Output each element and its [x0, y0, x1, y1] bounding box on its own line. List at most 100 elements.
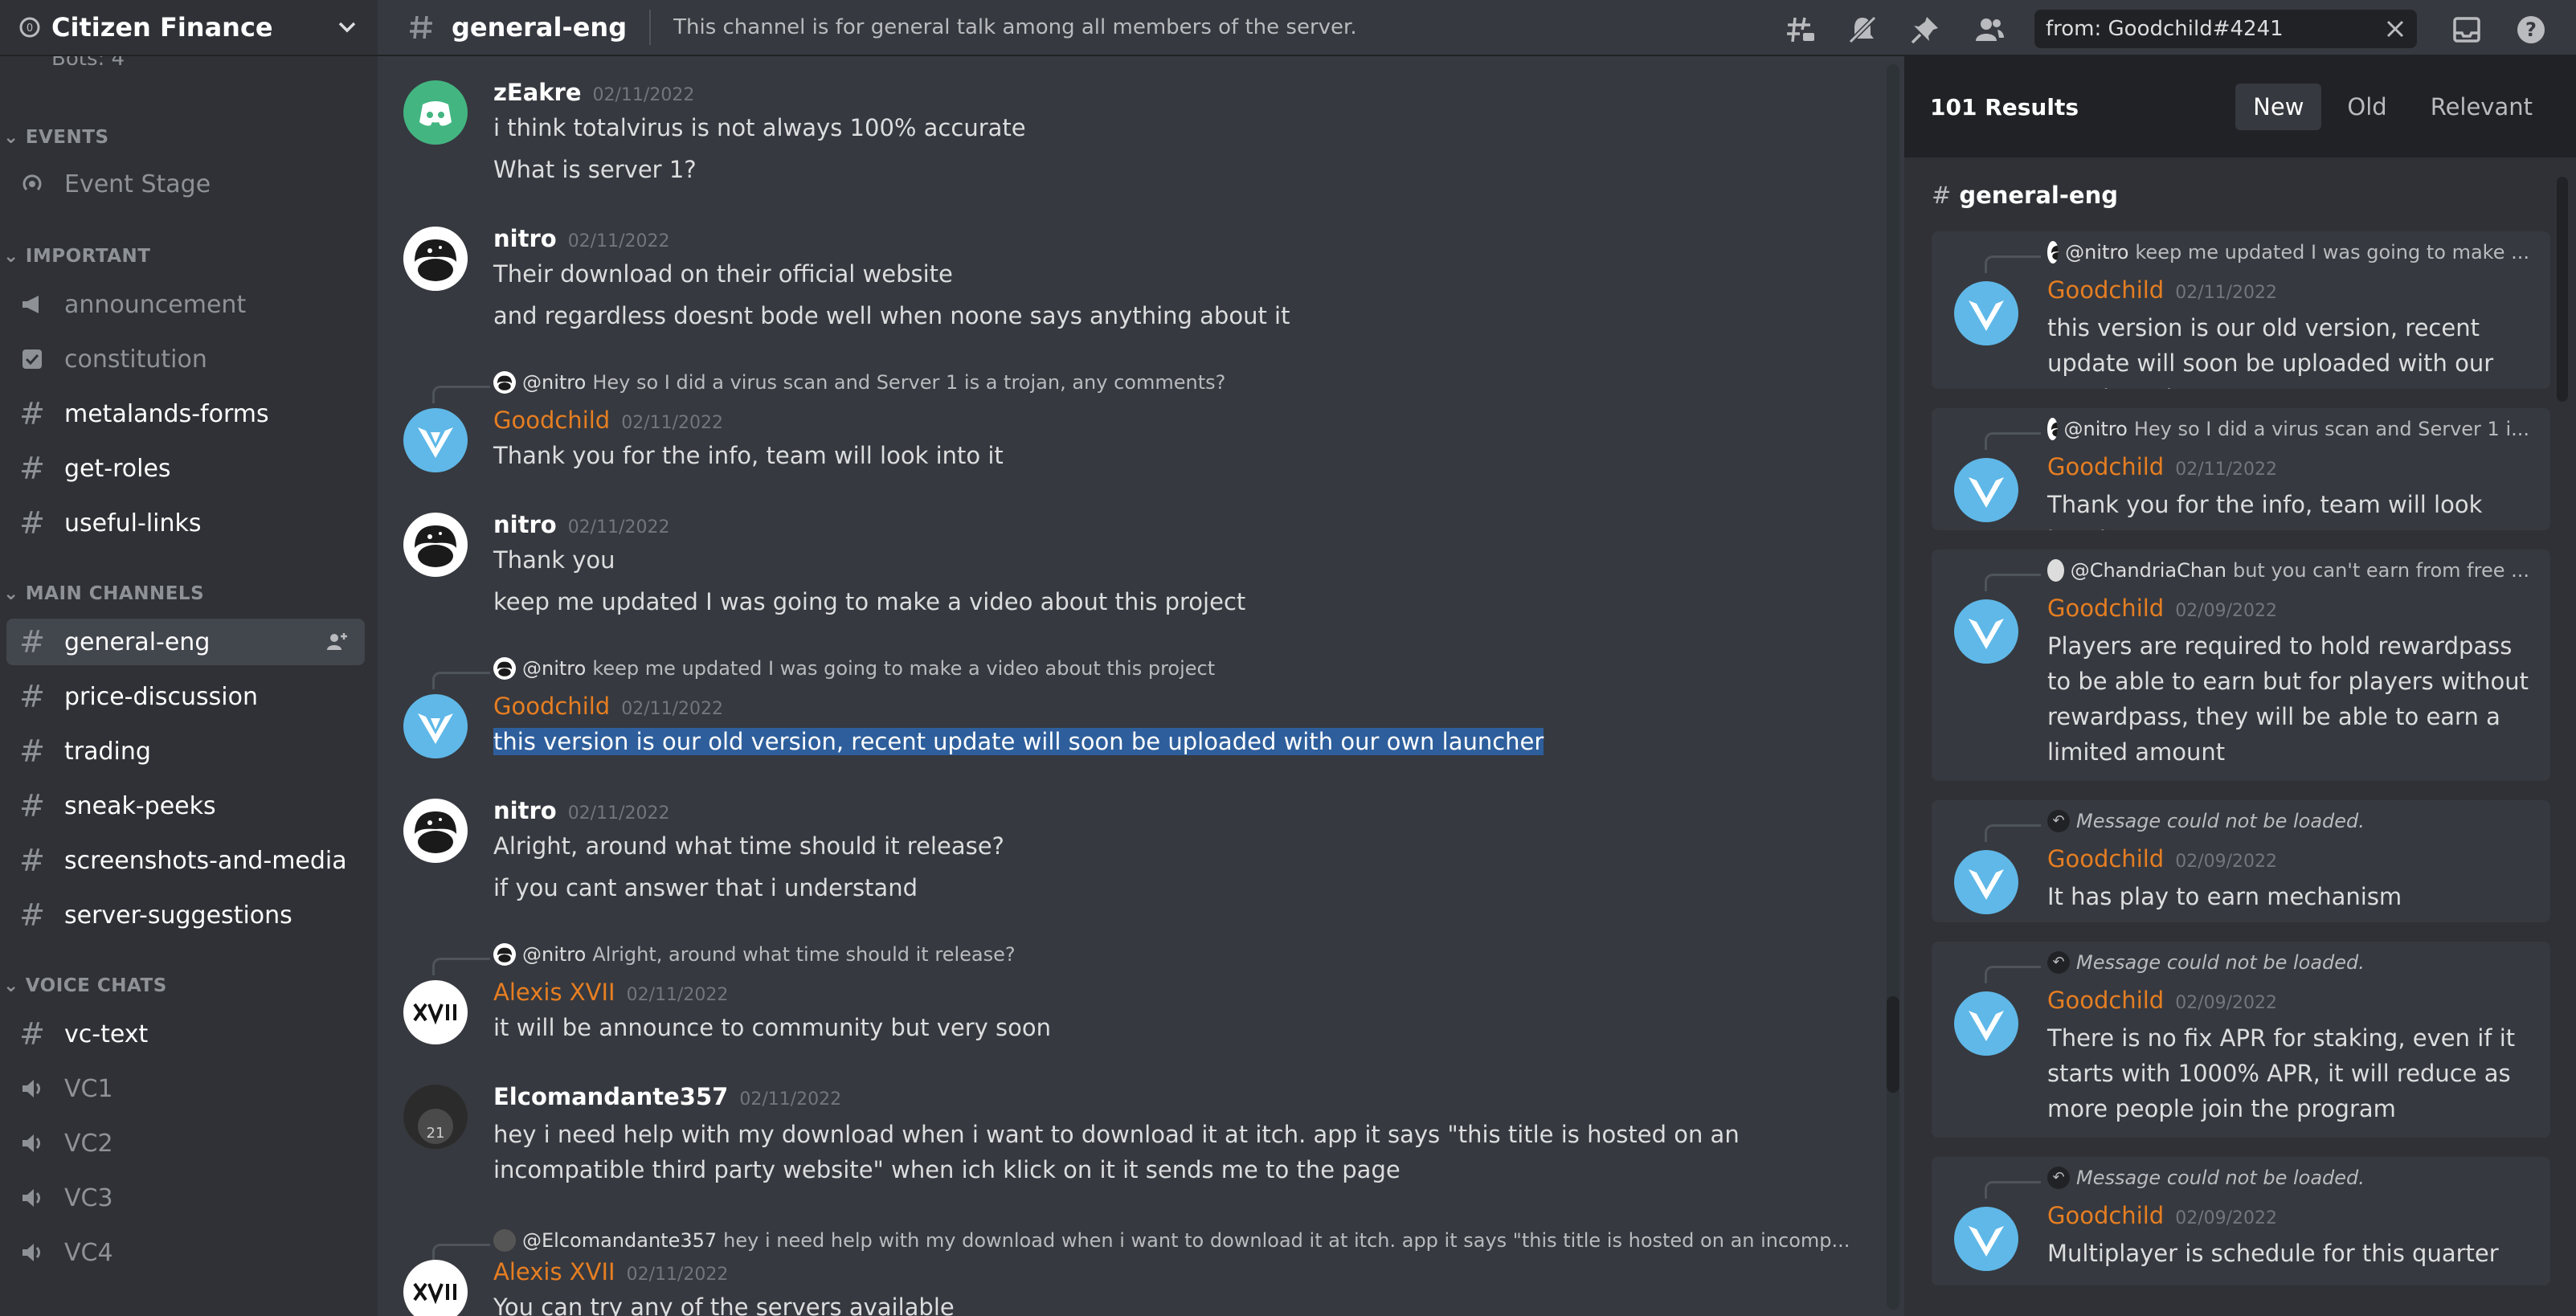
channel-server-suggestions[interactable]: # server-suggestions — [6, 892, 365, 938]
reply-reference[interactable]: @nitro Hey so I did a virus scan and Serv… — [493, 371, 1225, 394]
svg-text:21: 21 — [427, 1125, 445, 1142]
speaker-icon — [19, 1185, 45, 1211]
avatar[interactable] — [403, 1260, 468, 1316]
avatar[interactable] — [403, 227, 468, 291]
reply-reference: ↶ Message could not be loaded. — [2047, 1167, 2529, 1189]
channel-sneak-peeks[interactable]: # sneak-peeks — [6, 783, 365, 829]
reply-spine — [1985, 1181, 2041, 1199]
voice-channel-vc3[interactable]: VC3 — [6, 1175, 365, 1221]
server-header[interactable]: 0 Citizen Finance — [0, 0, 378, 56]
search-result[interactable]: ↶ Message could not be loaded. Goodchild 0… — [1932, 942, 2550, 1138]
search-result[interactable]: @nitro Hey so I did a virus scan and Serv… — [1932, 408, 2550, 530]
chevron-down-icon[interactable] — [336, 16, 358, 39]
message-timestamp: 02/11/2022 — [621, 699, 724, 719]
channel-sidebar: Bots: 4 ⌄ EVENTS Event Stage ⌄ IMPORTANT a… — [0, 56, 378, 1316]
message-author[interactable]: Goodchild 02/11/2022 — [493, 407, 723, 434]
channel-useful-links[interactable]: # useful-links — [6, 500, 365, 546]
message-author[interactable]: nitro 02/11/2022 — [493, 797, 670, 824]
help-icon[interactable]: ? — [2515, 14, 2547, 46]
results-scrollbar-thumb[interactable] — [2557, 177, 2568, 402]
message-author[interactable]: zEakre 02/11/2022 — [493, 79, 694, 106]
message-text: Thank you for the info, team will look i… — [493, 442, 1004, 469]
avatar[interactable] — [403, 799, 468, 863]
channel-metalands-forms[interactable]: # metalands-forms — [6, 390, 365, 437]
channel-announcement[interactable]: announcement — [6, 281, 365, 328]
reply-reference[interactable]: @nitro Alright, around what time should i… — [493, 943, 1016, 966]
result-timestamp: 02/09/2022 — [2175, 993, 2278, 1013]
channel-get-roles[interactable]: # get-roles — [6, 445, 365, 492]
category-important[interactable]: ⌄ IMPORTANT — [0, 246, 150, 267]
pin-icon[interactable] — [1909, 14, 1941, 46]
avatar[interactable] — [403, 80, 468, 145]
channel-trading[interactable]: # trading — [6, 728, 365, 774]
avatar[interactable] — [403, 694, 468, 758]
goodchild-logo-icon — [1969, 619, 2004, 649]
search-result[interactable]: @nitro keep me updated I was going to mak… — [1932, 231, 2550, 389]
result-timestamp: 02/11/2022 — [2175, 460, 2278, 480]
message-author[interactable]: nitro 02/11/2022 — [493, 511, 670, 538]
avatar[interactable] — [403, 513, 468, 577]
search-input[interactable]: from: Goodchild#4241 — [2034, 10, 2417, 48]
inbox-icon[interactable] — [2451, 14, 2483, 46]
message-author[interactable]: Goodchild 02/11/2022 — [493, 693, 723, 720]
result-text: Players are required to hold rewardpass … — [2047, 632, 2529, 766]
channel-screenshots-and-media[interactable]: # screenshots-and-media — [6, 837, 365, 884]
category-voice-chats[interactable]: ⌄ VOICE CHATS — [0, 975, 167, 996]
category-events[interactable]: ⌄ EVENTS — [0, 127, 109, 148]
result-author: Goodchild 02/09/2022 — [2047, 1202, 2278, 1229]
result-text: It has play to earn mechanism — [2047, 883, 2402, 910]
channel-price-discussion[interactable]: # price-discussion — [6, 673, 365, 720]
sort-old-tab[interactable]: Old — [2329, 84, 2404, 130]
reply-reference[interactable]: @nitro keep me updated I was going to mak… — [493, 657, 1215, 680]
reply-reference: ↶ Message could not be loaded. — [2047, 810, 2529, 832]
hash-icon: # — [19, 734, 45, 769]
voice-channel-vc4[interactable]: VC4 — [6, 1229, 365, 1276]
message-timestamp: 02/11/2022 — [621, 413, 724, 433]
notification-muted-icon[interactable] — [1846, 14, 1879, 46]
channel-general-eng[interactable]: # general-eng — [6, 619, 365, 665]
reply-arrow-icon: ↶ — [2047, 810, 2070, 832]
threads-icon[interactable] — [1784, 14, 1816, 46]
result-text: Thank you for the info, team will look i… — [2047, 491, 2483, 530]
message-text: You can try any of the servers available — [493, 1294, 955, 1316]
message-scrollbar-track[interactable] — [1887, 64, 1899, 1310]
avatar[interactable] — [403, 980, 468, 1044]
voice-channel-vc2[interactable]: VC2 — [6, 1120, 365, 1167]
clear-search-icon[interactable] — [2385, 18, 2406, 39]
channel-event-stage[interactable]: Event Stage — [6, 161, 365, 207]
collapse-chevron-icon: ⌄ — [3, 975, 19, 996]
invite-user-icon[interactable] — [325, 630, 349, 660]
sort-relevant-tab[interactable]: Relevant — [2413, 84, 2550, 130]
server-name: Citizen Finance — [51, 12, 273, 43]
voice-channel-vc1[interactable]: VC1 — [6, 1065, 365, 1112]
message-author[interactable]: nitro 02/11/2022 — [493, 225, 670, 252]
results-header: 101 Results New Old Relevant — [1904, 56, 2576, 157]
message-author[interactable]: Alexis XVII 02/11/2022 — [493, 1258, 728, 1285]
search-result[interactable]: ↶ Message could not be loaded. Goodchild 0… — [1932, 1157, 2550, 1285]
category-main-channels[interactable]: ⌄ MAIN CHANNELS — [0, 583, 204, 604]
reply-reference[interactable]: @Elcomandante357 hey i need help with my … — [493, 1229, 1850, 1252]
result-author: Goodchild 02/11/2022 — [2047, 453, 2278, 480]
message-list[interactable]: zEakre 02/11/2022 i think totalvirus is n… — [378, 58, 1904, 1316]
avatar — [1954, 1207, 2018, 1271]
results-channel-heading[interactable]: # general-eng — [1932, 182, 2118, 209]
hash-icon: # — [19, 396, 45, 431]
message-scrollbar-thumb[interactable] — [1887, 996, 1899, 1093]
avatar[interactable] — [403, 408, 468, 472]
reply-arrow-icon: ↶ — [2047, 1167, 2070, 1189]
message-timestamp: 02/11/2022 — [567, 517, 670, 537]
message-text: and regardless doesnt bode well when noo… — [493, 302, 1290, 329]
channel-vc-text[interactable]: # vc-text — [6, 1011, 365, 1057]
sort-new-tab[interactable]: New — [2235, 84, 2322, 130]
channel-constitution[interactable]: constitution — [6, 336, 365, 382]
search-result[interactable]: @ChandriaChan but you can't earn from fre… — [1932, 550, 2550, 781]
message-author[interactable]: Alexis XVII 02/11/2022 — [493, 979, 728, 1006]
server-badge-icon: 0 — [19, 17, 40, 38]
message-author[interactable]: Elcomandante357 02/11/2022 — [493, 1083, 841, 1110]
astronaut-avatar-icon — [415, 525, 456, 567]
search-result[interactable]: ↶ Message could not be loaded. Goodchild 0… — [1932, 800, 2550, 922]
mini-avatar — [493, 943, 516, 966]
reply-reference: ↶ Message could not be loaded. — [2047, 951, 2529, 974]
avatar[interactable]: 21 — [403, 1085, 468, 1149]
member-list-icon[interactable] — [1973, 14, 2006, 46]
